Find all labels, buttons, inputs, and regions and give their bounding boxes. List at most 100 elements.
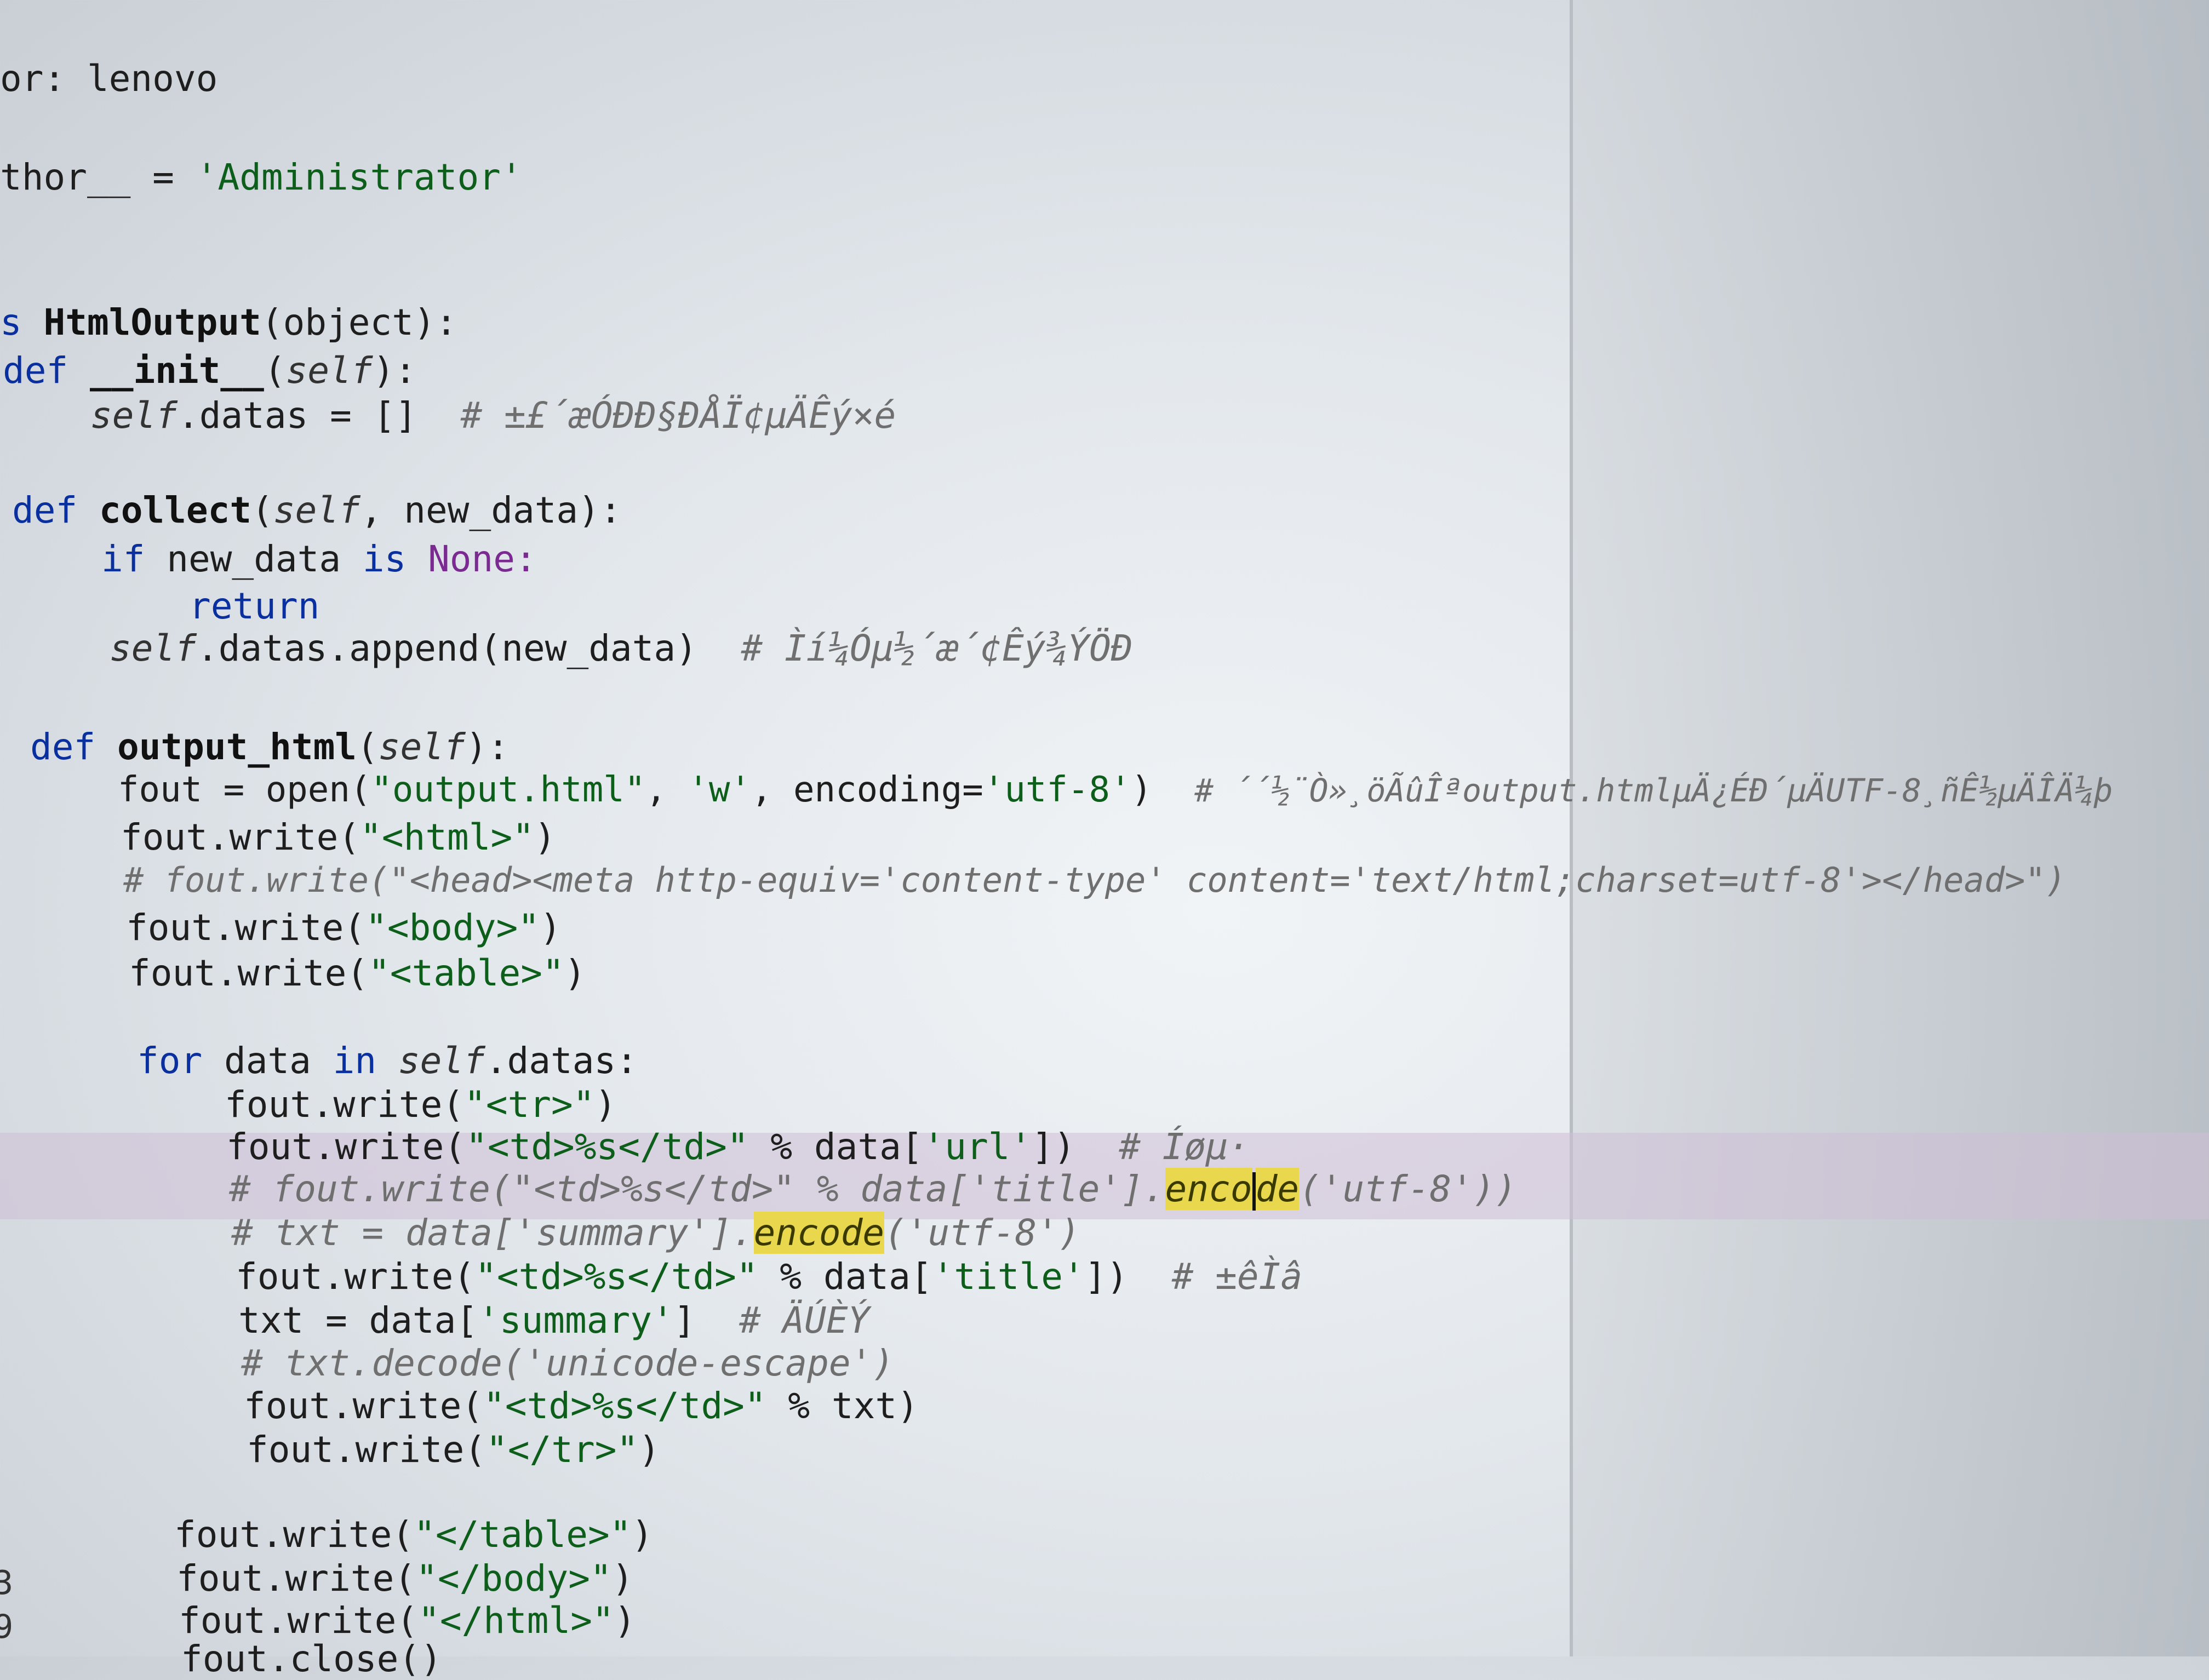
string-literal: 'utf-8' bbox=[983, 770, 1131, 810]
string-literal: "<td>%s</td>" bbox=[483, 1385, 766, 1427]
class-name: HtmlOutput bbox=[43, 301, 261, 343]
self-keyword: self bbox=[110, 627, 197, 669]
code-line[interactable]: def output_html(self): bbox=[30, 726, 509, 768]
code-line[interactable]: fout.write("</tr>") bbox=[247, 1429, 660, 1471]
right-margin-guide bbox=[1570, 0, 1573, 1656]
code-text: fout.write( bbox=[126, 907, 366, 949]
comment: ('utf-8')) bbox=[1299, 1168, 1517, 1210]
keyword: in bbox=[333, 1040, 398, 1082]
code-line[interactable]: thor__ = 'Administrator' bbox=[0, 156, 523, 198]
code-text: fout.write( bbox=[174, 1513, 414, 1556]
code-text: ): bbox=[373, 349, 417, 392]
self-keyword: self bbox=[398, 1040, 485, 1082]
code-text: ) bbox=[564, 952, 586, 994]
keyword: return bbox=[189, 585, 320, 627]
code-line[interactable]: fout.close() bbox=[181, 1638, 442, 1680]
code-line[interactable]: fout.write("</body>") bbox=[176, 1557, 633, 1599]
comment: # ±êÌâ bbox=[1171, 1255, 1303, 1298]
code-text: % data[ bbox=[758, 1255, 932, 1298]
editor-right-area bbox=[1573, 0, 2209, 1656]
string-literal: 'Administrator' bbox=[196, 156, 523, 198]
code-line[interactable]: self.datas.append(new_data) # Ìí¼Óµ½´æ´¢… bbox=[110, 627, 1133, 669]
comment: # ÄÚÈÝ bbox=[739, 1299, 870, 1341]
string-literal: "<body>" bbox=[365, 907, 540, 949]
code-text: fout.write( bbox=[176, 1557, 416, 1599]
comment: # fout.write("<head><meta http-equiv='co… bbox=[123, 860, 2067, 900]
self-keyword: self bbox=[285, 349, 373, 392]
code-line[interactable]: # fout.write("<head><meta http-equiv='co… bbox=[123, 860, 2066, 900]
code-text: fout.write( bbox=[179, 1599, 419, 1642]
code-line[interactable]: fout.write("<tr>") bbox=[225, 1083, 616, 1126]
code-text: ) bbox=[638, 1429, 660, 1471]
code-line[interactable]: def __init__(self): bbox=[3, 349, 416, 392]
comment: # Ìí¼Óµ½´æ´¢Êý¾ÝÖÐ bbox=[741, 627, 1133, 669]
string-literal: 'url' bbox=[923, 1126, 1032, 1168]
code-text: ) bbox=[631, 1513, 654, 1556]
code-text: % txt) bbox=[766, 1385, 919, 1427]
code-line[interactable]: fout.write("</html>") bbox=[179, 1599, 636, 1642]
code-line[interactable]: fout.write("<td>%s</td>" % data['title']… bbox=[236, 1255, 1302, 1298]
string-literal: "</tr>" bbox=[486, 1429, 639, 1471]
keyword: if bbox=[101, 538, 167, 580]
code-text: ): bbox=[465, 726, 510, 768]
code-text: txt = data[ bbox=[238, 1299, 478, 1341]
code-text: , new_data): bbox=[360, 489, 622, 531]
code-text: new_data bbox=[167, 538, 363, 580]
code-text: thor__ = bbox=[0, 156, 196, 198]
code-line[interactable]: self.datas = [] # ±£´æÓÐÐ§ÐÅÏ¢µÄÊý×é bbox=[90, 394, 896, 437]
code-line[interactable]: fout.write("<html>") bbox=[121, 816, 556, 858]
code-line[interactable]: for data in self.datas: bbox=[137, 1040, 638, 1082]
code-line[interactable]: fout.write("<td>%s</td>" % data['url']) … bbox=[226, 1126, 1250, 1168]
code-text: ] bbox=[673, 1299, 739, 1341]
code-text: fout.write( bbox=[225, 1083, 465, 1126]
code-text: ) bbox=[611, 1557, 634, 1599]
code-line[interactable]: txt = data['summary'] # ÄÚÈÝ bbox=[238, 1299, 869, 1341]
self-keyword: self bbox=[378, 726, 466, 768]
code-line[interactable]: # txt = data['summary'].encode('utf-8') bbox=[231, 1212, 1080, 1254]
string-literal: "<html>" bbox=[360, 816, 534, 858]
code-line[interactable]: fout.write("</table>") bbox=[174, 1513, 653, 1556]
function-name: collect bbox=[99, 489, 252, 531]
code-line[interactable]: def collect(self, new_data): bbox=[12, 489, 622, 531]
keyword: is bbox=[362, 538, 428, 580]
search-highlight: de bbox=[1255, 1168, 1300, 1210]
code-line[interactable]: s HtmlOutput(object): bbox=[0, 301, 457, 343]
code-text: .datas.append(new_data) bbox=[196, 627, 741, 669]
keyword: s bbox=[0, 301, 44, 343]
comment: # txt = data['summary']. bbox=[231, 1212, 754, 1254]
code-line[interactable]: or: lenovo bbox=[0, 58, 218, 100]
self-keyword: self bbox=[90, 394, 178, 437]
code-text: ) bbox=[614, 1599, 636, 1642]
code-text: fout.write( bbox=[226, 1126, 466, 1168]
code-text: .datas = [] bbox=[177, 394, 461, 437]
code-line[interactable]: if new_data is None: bbox=[101, 538, 537, 580]
comment: # fout.write("<td>%s</td>" % data['title… bbox=[229, 1168, 1165, 1210]
keyword: def bbox=[30, 726, 117, 768]
search-highlight: encode bbox=[753, 1212, 885, 1254]
line-number: 3 bbox=[0, 1564, 14, 1602]
self-keyword: self bbox=[273, 489, 360, 531]
code-line[interactable]: # fout.write("<td>%s</td>" % data['title… bbox=[229, 1168, 1516, 1211]
code-editor[interactable]: or: lenovo thor__ = 'Administrator' s Ht… bbox=[0, 0, 2209, 1680]
code-line[interactable]: fout.write("<td>%s</td>" % txt) bbox=[244, 1385, 919, 1427]
code-text: , bbox=[645, 770, 688, 810]
code-text: , encoding= bbox=[751, 770, 983, 810]
code-line[interactable]: fout = open("output.html", 'w', encoding… bbox=[118, 770, 2113, 810]
code-line[interactable]: fout.write("<table>") bbox=[129, 952, 586, 994]
code-text: fout.write( bbox=[247, 1429, 487, 1471]
comment: # Íøµ· bbox=[1119, 1126, 1250, 1168]
code-text: % data[ bbox=[748, 1126, 923, 1168]
code-line[interactable]: fout.write("<body>") bbox=[126, 907, 562, 949]
code-text: ( bbox=[264, 349, 286, 392]
string-literal: 'summary' bbox=[478, 1299, 674, 1341]
function-name: output_html bbox=[117, 726, 357, 768]
string-literal: 'title' bbox=[932, 1255, 1085, 1298]
code-text: fout.write( bbox=[244, 1385, 484, 1427]
code-text: fout.write( bbox=[129, 952, 369, 994]
code-text: fout.write( bbox=[236, 1255, 476, 1298]
keyword: def bbox=[3, 349, 90, 392]
code-line[interactable]: # txt.decode('unicode-escape') bbox=[241, 1342, 894, 1384]
code-text: ]) bbox=[1084, 1255, 1172, 1298]
string-literal: "<td>%s</td>" bbox=[475, 1255, 758, 1298]
code-line[interactable]: return bbox=[189, 585, 319, 627]
